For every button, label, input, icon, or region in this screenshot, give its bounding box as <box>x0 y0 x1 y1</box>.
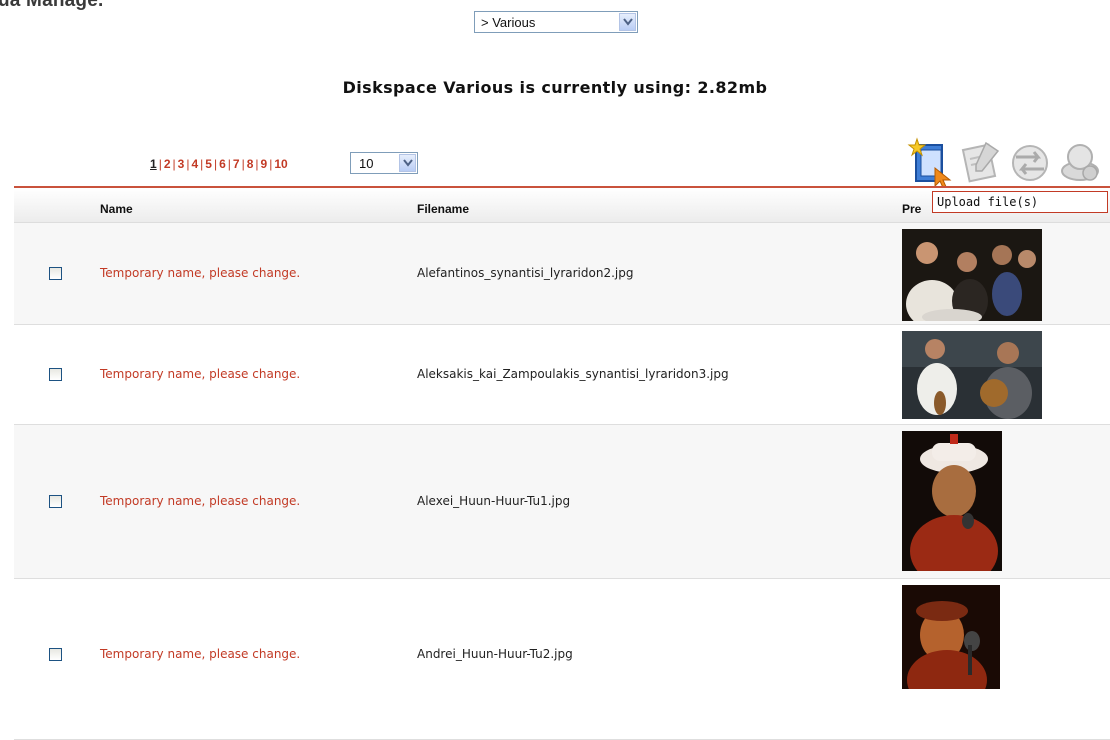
page-link[interactable]: 5 <box>205 157 212 171</box>
row-checkbox[interactable] <box>49 368 62 381</box>
per-page-select[interactable]: 10 <box>350 152 418 174</box>
table-row: Temporary name, please change. Aleksakis… <box>14 325 1110 425</box>
row-filename: Alefantinos_synantisi_lyraridon2.jpg <box>417 266 634 280</box>
chevron-down-icon[interactable] <box>619 13 636 31</box>
row-name[interactable]: Temporary name, please change. <box>100 647 300 661</box>
per-page-value: 10 <box>359 156 374 171</box>
row-checkbox[interactable] <box>49 267 62 280</box>
row-name[interactable]: Temporary name, please change. <box>100 494 300 508</box>
preview-thumbnail[interactable] <box>902 331 1042 419</box>
move-icon[interactable] <box>1006 137 1054 185</box>
edit-icon[interactable] <box>956 137 1004 185</box>
row-checkbox[interactable] <box>49 648 62 661</box>
column-header-name[interactable]: Name <box>100 202 133 216</box>
folder-select-value: > Various <box>481 15 536 30</box>
page-link[interactable]: 9 <box>261 157 268 171</box>
page-link[interactable]: 4 <box>191 157 198 171</box>
page-link[interactable]: 8 <box>247 157 254 171</box>
media-table: Name Filename Pre Temporary name, please… <box>14 186 1110 740</box>
page-link[interactable]: 10 <box>274 157 287 171</box>
row-name[interactable]: Temporary name, please change. <box>100 266 300 280</box>
table-row: Temporary name, please change. Alefantin… <box>14 223 1110 325</box>
tooltip: Upload file(s) <box>932 191 1108 213</box>
chevron-down-icon[interactable] <box>399 154 416 172</box>
preview-thumbnail[interactable] <box>902 431 1002 571</box>
row-filename: Alexei_Huun-Huur-Tu1.jpg <box>417 494 571 508</box>
folder-select[interactable]: > Various <box>474 11 638 33</box>
table-row: Temporary name, please change. Alexei_Hu… <box>14 425 1110 579</box>
page-link[interactable]: 1 <box>150 157 157 171</box>
row-filename: Aleksakis_kai_Zampoulakis_synantisi_lyra… <box>417 367 729 381</box>
row-name[interactable]: Temporary name, please change. <box>100 367 300 381</box>
page-title: ua Manage. <box>0 0 104 11</box>
delete-icon[interactable] <box>1056 137 1104 185</box>
pagination: 1 | 2 | 3 | 4 | 5 | 6 | 7 | 8 | 9 | 10 <box>150 157 288 171</box>
page-link[interactable]: 2 <box>164 157 171 171</box>
page-link[interactable]: 7 <box>233 157 240 171</box>
page-link[interactable]: 3 <box>178 157 185 171</box>
diskspace-info: Diskspace Various is currently using: 2.… <box>342 78 768 97</box>
column-header-filename[interactable]: Filename <box>417 202 469 216</box>
preview-thumbnail[interactable] <box>902 585 1000 689</box>
table-row: Temporary name, please change. Andrei_Hu… <box>14 579 1110 740</box>
page-link[interactable]: 6 <box>219 157 226 171</box>
preview-thumbnail[interactable] <box>902 229 1042 321</box>
row-checkbox[interactable] <box>49 495 62 508</box>
column-header-preview[interactable]: Pre <box>902 202 921 216</box>
row-filename: Andrei_Huun-Huur-Tu2.jpg <box>417 647 573 661</box>
